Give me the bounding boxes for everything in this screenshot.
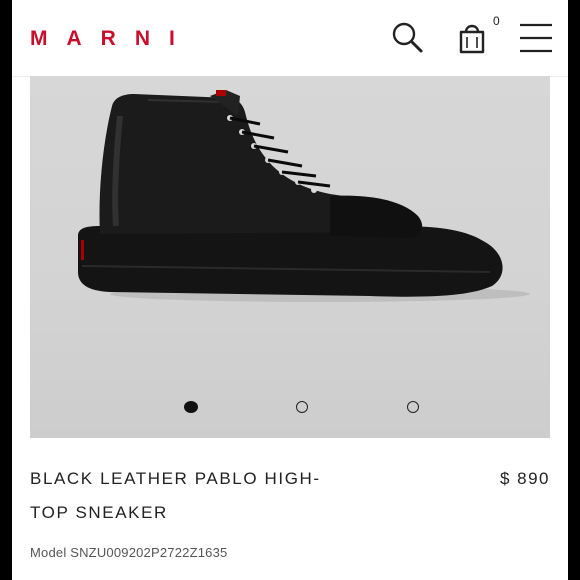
search-icon xyxy=(392,22,423,53)
product-title-line-2: TOP SNEAKER xyxy=(30,503,168,522)
carousel-dot-1[interactable] xyxy=(184,401,198,413)
product-title: BLACK LEATHER PABLO HIGH- TOP SNEAKER xyxy=(30,462,350,530)
product-price: $ 890 xyxy=(499,469,550,488)
carousel-dot-3[interactable] xyxy=(407,401,419,413)
site-header: MARNI 0 xyxy=(12,0,568,77)
bag-count-badge: 0 xyxy=(493,14,500,28)
hamburger-menu-icon xyxy=(520,23,552,53)
product-image-gallery[interactable] xyxy=(30,76,550,438)
product-model-number: Model SNZU009202P2722Z1635 xyxy=(30,545,228,560)
marni-logo[interactable]: MARNI xyxy=(30,27,194,51)
carousel-dot-2[interactable] xyxy=(296,401,308,413)
page-frame: MARNI 0 BLACK LEATHER PABLO HIGH- TOP SN… xyxy=(12,0,568,580)
search-button[interactable] xyxy=(388,18,428,58)
shopping-bag-button[interactable] xyxy=(452,18,492,58)
product-title-line-1: BLACK LEATHER PABLO HIGH- xyxy=(30,469,321,488)
shopping-bag-icon xyxy=(459,24,485,54)
menu-button[interactable] xyxy=(516,18,556,58)
product-image xyxy=(78,90,530,302)
